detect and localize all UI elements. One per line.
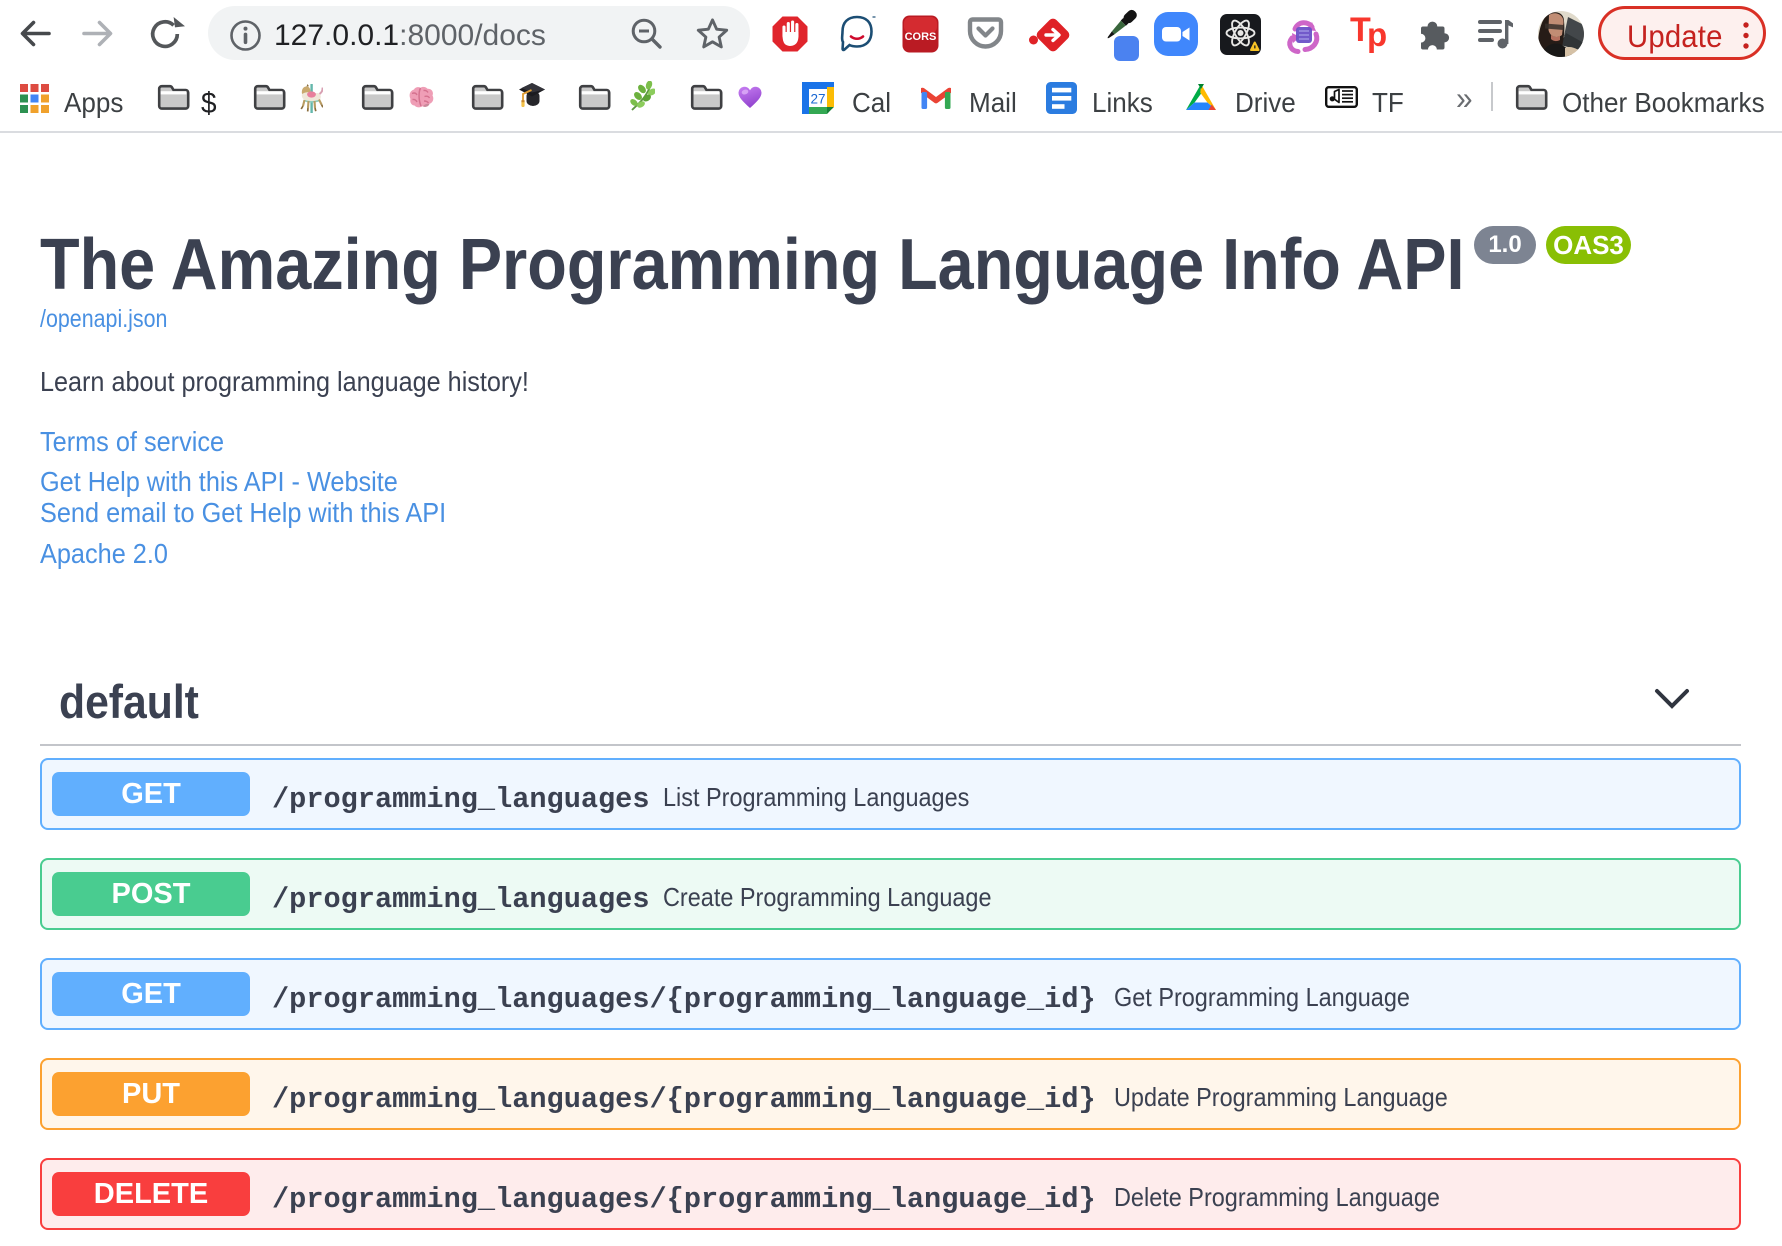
svg-text:27: 27: [810, 92, 825, 107]
svg-text:CORS: CORS: [905, 31, 937, 43]
